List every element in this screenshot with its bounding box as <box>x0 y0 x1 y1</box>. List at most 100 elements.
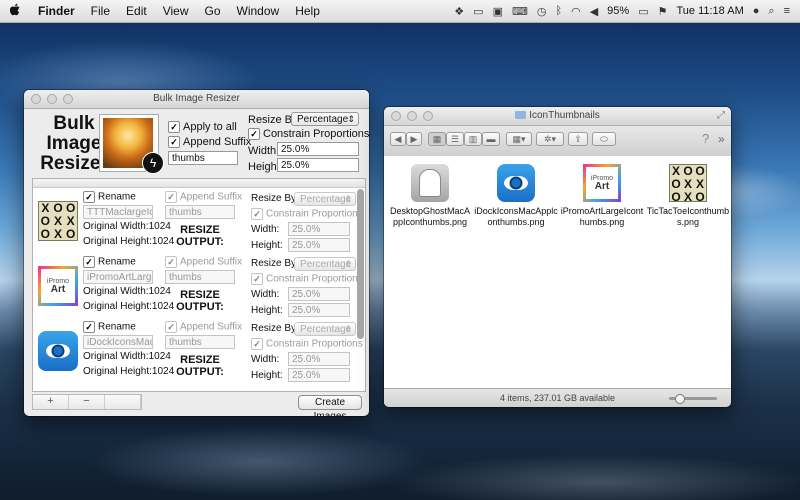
width-label: Width: <box>248 145 280 157</box>
menu-go[interactable]: Go <box>197 4 229 18</box>
list-view-icon[interactable]: ☰ <box>446 132 464 146</box>
time-machine-icon[interactable]: ◷ <box>537 5 547 18</box>
icon-view-icon[interactable]: ▦ <box>428 132 446 146</box>
spotlight-search-icon[interactable]: ⌕ <box>768 5 774 18</box>
keyboard-icon[interactable]: ⌨ <box>512 5 528 18</box>
width-input[interactable]: 25.0% <box>288 222 350 236</box>
width-label: Width: <box>251 224 280 235</box>
battery-icon[interactable]: ▭ <box>638 5 648 18</box>
create-images-button[interactable]: Create Images <box>298 395 362 416</box>
fullscreen-icon[interactable]: ⤢ <box>717 107 725 125</box>
constrain-proportions-checkbox[interactable]: Constrain Proportions <box>251 273 363 285</box>
dropbox-icon[interactable]: ❖ <box>454 5 464 18</box>
menu-view[interactable]: View <box>155 4 197 18</box>
tic-tac-toe-icon: XOO OXX OXO <box>38 201 78 241</box>
file-item[interactable]: DesktopGhostMacAppIconthumbs.png <box>388 164 472 228</box>
bluetooth-icon[interactable]: ᛒ <box>555 5 562 17</box>
suffix-input[interactable]: thumbs <box>165 335 235 349</box>
notification-center-icon[interactable]: ≡ <box>784 5 790 17</box>
rename-input[interactable]: iPromoArtLargeIc <box>83 270 153 284</box>
column-view-icon[interactable]: ▥ <box>464 132 482 146</box>
share-icon[interactable]: ⇪ <box>568 132 588 146</box>
action-gear-icon[interactable]: ✲▾ <box>536 132 564 146</box>
resize-by-label: Resize By: <box>251 323 299 334</box>
minimize-button[interactable] <box>407 111 417 121</box>
close-button[interactable] <box>391 111 401 121</box>
width-label: Width: <box>251 354 280 365</box>
rename-input[interactable]: TTTMaclargeIcon <box>83 205 153 219</box>
vertical-scrollbar[interactable] <box>357 189 364 339</box>
append-suffix-checkbox[interactable]: Append Suffix <box>168 136 252 149</box>
append-suffix-checkbox[interactable]: Append Suffix <box>165 321 242 333</box>
add-button[interactable]: + <box>33 395 69 409</box>
menu-file[interactable]: File <box>83 4 118 18</box>
menu-finder[interactable]: Finder <box>30 4 83 18</box>
original-height: Original Height:1024 <box>83 366 175 377</box>
suffix-input[interactable]: thumbs <box>168 151 238 165</box>
arrange-icon[interactable]: ▦▾ <box>506 132 532 146</box>
close-button[interactable] <box>31 94 41 104</box>
checkbox-icon <box>168 121 180 134</box>
height-input[interactable]: 25.0% <box>288 238 350 252</box>
finder-window: IconThumbnails ⤢ ◀ ▶ ▦ ☰ ▥ ▬ ▦▾ ✲▾ ⇪ ⬭ ?… <box>384 107 731 407</box>
file-name: iPromoArtLargeIconthumbs.png <box>560 206 644 227</box>
height-input[interactable]: 25.0% <box>288 303 350 317</box>
append-suffix-checkbox[interactable]: Append Suffix <box>165 191 242 203</box>
menu-help[interactable]: Help <box>287 4 328 18</box>
forward-icon[interactable]: ▶ <box>406 132 422 146</box>
file-item[interactable]: XOO OXX OXO TicTacToeIconthumbs.png <box>646 164 730 228</box>
constrain-proportions-checkbox[interactable]: Constrain Proportions <box>248 128 369 141</box>
rename-input[interactable]: iDockIconsMacAp <box>83 335 153 349</box>
eye-icon <box>38 331 78 371</box>
cover-flow-icon[interactable]: ▬ <box>482 132 500 146</box>
resize-by-popup[interactable]: Percentage <box>294 257 356 271</box>
original-height: Original Height:1024 <box>83 236 175 247</box>
resize-by-popup[interactable]: Percentage <box>294 192 356 206</box>
minimize-button[interactable] <box>47 94 57 104</box>
suffix-input[interactable]: thumbs <box>165 205 235 219</box>
menu-window[interactable]: Window <box>229 4 288 18</box>
image-list[interactable]: XOO OXX OXO Rename TTTMaclargeIcon Origi… <box>32 178 366 392</box>
back-icon[interactable]: ◀ <box>390 132 406 146</box>
icon-size-slider[interactable] <box>669 394 717 404</box>
remove-button[interactable]: − <box>69 395 105 409</box>
apple-menu-icon[interactable] <box>0 3 30 19</box>
height-label: Height: <box>251 240 283 251</box>
height-input[interactable]: 25.0% <box>277 158 359 172</box>
width-input[interactable]: 25.0% <box>288 352 350 366</box>
menu-clock[interactable]: Tue 11:18 AM <box>676 5 743 17</box>
battery-percent[interactable]: 95% <box>607 5 629 17</box>
file-item[interactable]: iPromo Art iPromoArtLargeIconthumbs.png <box>560 164 644 228</box>
zoom-button[interactable] <box>63 94 73 104</box>
overflow-chevron-icon[interactable]: » <box>718 132 725 146</box>
file-item[interactable]: iDockIconsMacApplconthumbs.png <box>474 164 558 228</box>
constrain-proportions-checkbox[interactable]: Constrain Proportions <box>251 338 363 350</box>
rename-checkbox[interactable]: Rename <box>83 191 136 203</box>
user-icon[interactable]: ● <box>753 5 760 17</box>
apply-to-all-checkbox[interactable]: Apply to all <box>168 121 237 134</box>
append-suffix-checkbox[interactable]: Append Suffix <box>165 256 242 268</box>
finder-content[interactable]: DesktopGhostMacAppIconthumbs.png iDockIc… <box>384 156 731 388</box>
width-input[interactable]: 25.0% <box>288 287 350 301</box>
suffix-input[interactable]: thumbs <box>165 270 235 284</box>
menu-bar: Finder File Edit View Go Window Help ❖ ▭… <box>0 0 800 23</box>
menu-edit[interactable]: Edit <box>118 4 155 18</box>
zoom-button[interactable] <box>423 111 433 121</box>
rename-checkbox[interactable]: Rename <box>83 321 136 333</box>
append-suffix-label: Append Suffix <box>183 136 252 148</box>
volume-icon[interactable]: ◀ <box>590 5 598 18</box>
wifi-icon[interactable]: ◠ <box>571 5 581 18</box>
help-icon[interactable]: ? <box>702 131 709 146</box>
resize-by-popup[interactable]: Percentage <box>291 112 359 126</box>
resize-by-popup[interactable]: Percentage <box>294 322 356 336</box>
airplay-icon[interactable]: ▣ <box>493 5 503 18</box>
width-input[interactable]: 25.0% <box>277 142 359 156</box>
flag-icon[interactable]: ⚑ <box>658 5 668 18</box>
resize-output-label: RESIZE OUTPUT: <box>176 224 224 248</box>
tags-icon[interactable]: ⬭ <box>592 132 616 146</box>
rename-checkbox[interactable]: Rename <box>83 256 136 268</box>
height-input[interactable]: 25.0% <box>288 368 350 382</box>
constrain-label: Constrain Proportions <box>263 128 369 140</box>
constrain-proportions-checkbox[interactable]: Constrain Proportions <box>251 208 363 220</box>
display-icon[interactable]: ▭ <box>473 5 483 18</box>
